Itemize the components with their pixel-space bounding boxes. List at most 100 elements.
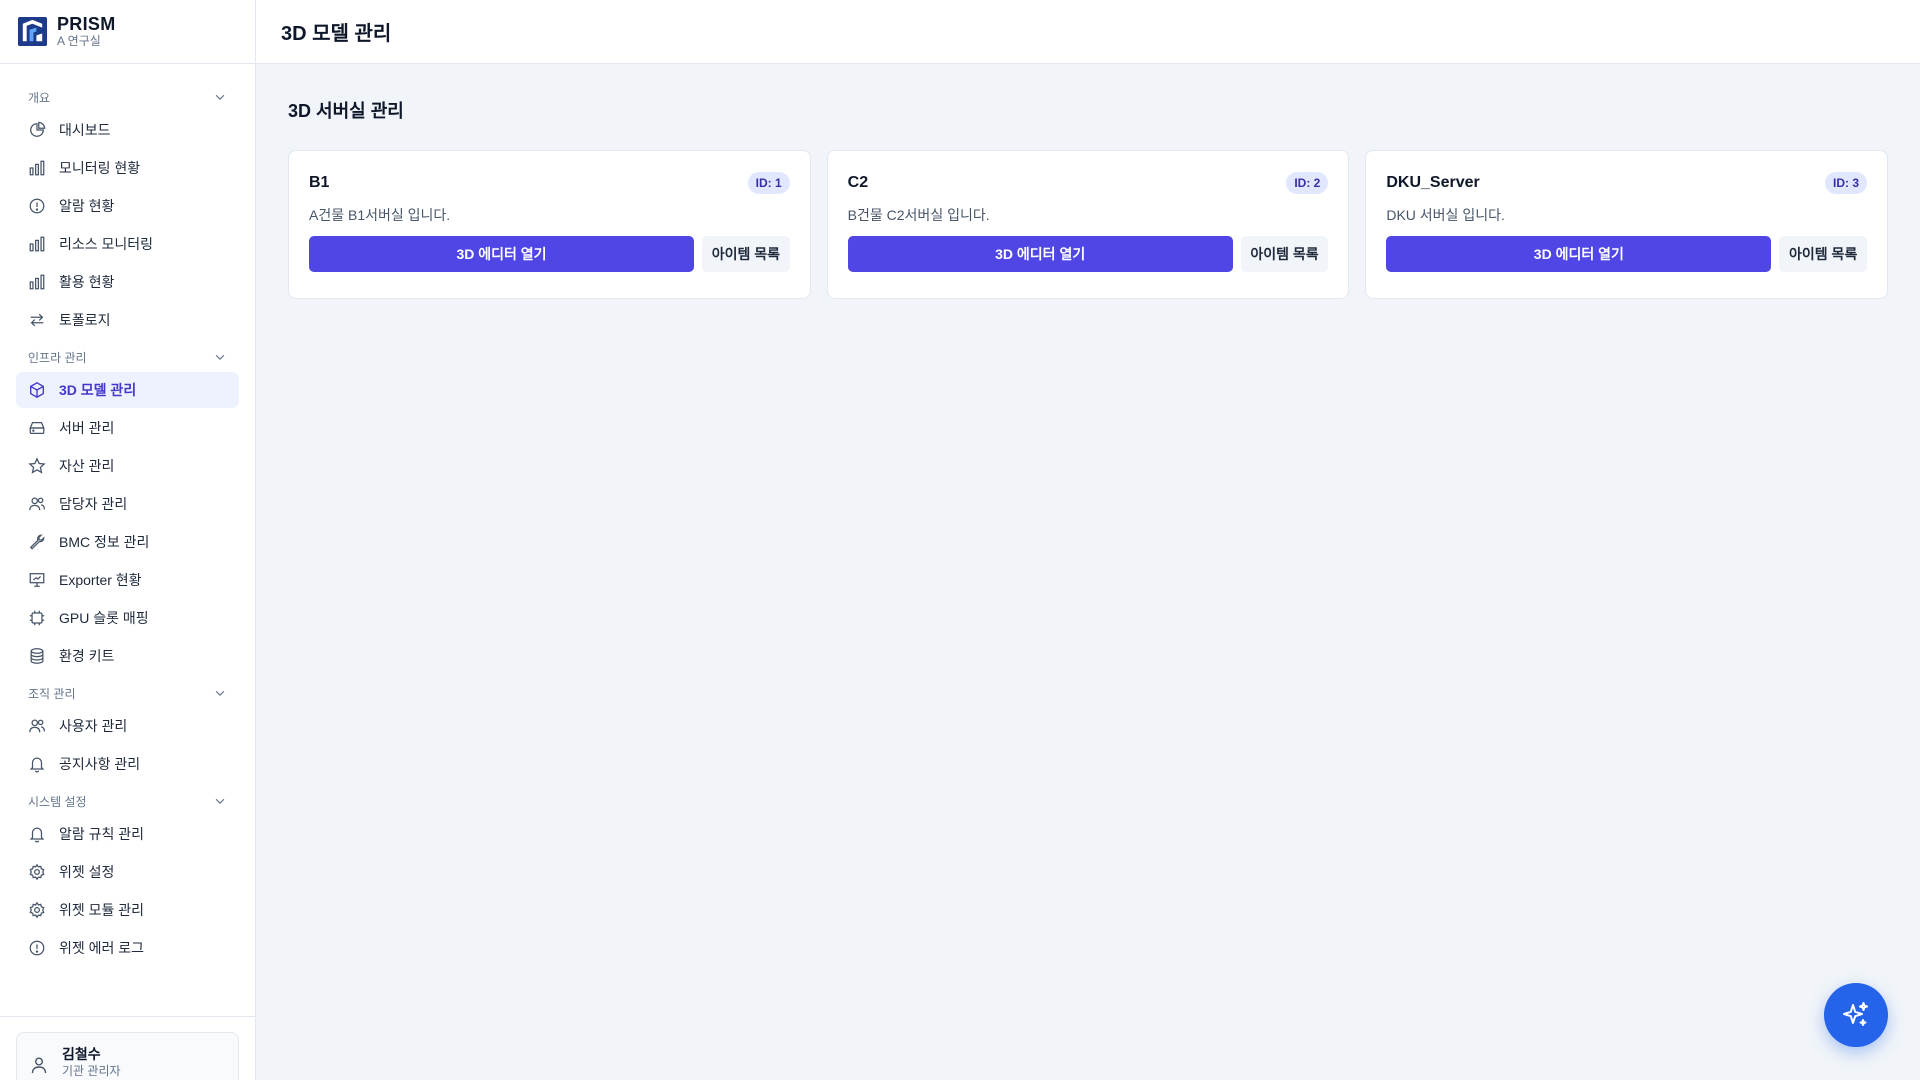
sidebar-item-assets[interactable]: 자산 관리 (16, 448, 239, 484)
sidebar-item-monitoring[interactable]: 모니터링 현황 (16, 150, 239, 186)
brand-name: PRISM (57, 14, 116, 34)
bar-chart-icon (29, 236, 45, 252)
user-divider (0, 1016, 255, 1017)
sidebar-item-label: BMC 정보 관리 (59, 534, 150, 550)
sidebar-item-label: 알람 규칙 관리 (59, 826, 145, 842)
star-icon (28, 457, 46, 474)
section-label: 인프라 관리 (28, 350, 87, 365)
sidebar-item-label: 위젯 에러 로그 (59, 940, 145, 956)
sidebar-item-label: 모니터링 현황 (59, 160, 141, 176)
users-icon (29, 719, 46, 733)
prism-logo-icon (17, 16, 48, 47)
page-title: 3D 모델 관리 (281, 23, 392, 45)
user-profile-card[interactable]: 김철수 기관 관리자 (16, 1032, 239, 1080)
chevron-down-icon (215, 690, 225, 697)
sidebar-item-alarm-rules[interactable]: 알람 규칙 관리 (16, 816, 239, 852)
section-infra[interactable]: 인프라 관리 (16, 344, 239, 370)
card-name: C2 (847, 174, 869, 191)
server-room-cards: B1 ID: 1 A건물 B1서버실 입니다. 3D 에디터 열기 아이템 목록… (288, 150, 1889, 299)
section-label: 조직 관리 (28, 686, 76, 701)
arrows-swap-icon (30, 313, 44, 327)
server-room-card: B1 ID: 1 A건물 B1서버실 입니다. 3D 에디터 열기 아이템 목록 (288, 150, 811, 299)
sidebar-item-label: 활용 현황 (59, 274, 115, 290)
server-icon (29, 421, 45, 435)
sidebar-item-managers[interactable]: 담당자 관리 (16, 486, 239, 522)
open-3d-editor-button[interactable]: 3D 에디터 열기 (309, 236, 694, 272)
sidebar: PRISM A 연구실 개요 대시보드 모니터링 현황 알람 현황 리소스 모니… (0, 0, 256, 1080)
database-icon (30, 648, 44, 664)
presentation-icon (29, 573, 45, 587)
sidebar-item-alarms[interactable]: 알람 현황 (16, 188, 239, 224)
sidebar-item-servers[interactable]: 서버 관리 (16, 410, 239, 446)
section-title: 3D 서버실 관리 (288, 101, 404, 121)
user-icon (31, 1057, 47, 1074)
section-label: 개요 (28, 90, 51, 105)
sidebar-item-notices[interactable]: 공지사항 관리 (16, 746, 239, 782)
sidebar-item-widget-settings[interactable]: 위젯 설정 (16, 854, 239, 890)
gear-icon (29, 901, 45, 919)
bar-chart-icon (29, 160, 45, 176)
sparkles-icon (1843, 1002, 1868, 1026)
card-description: A건물 B1서버실 입니다. (309, 207, 451, 223)
item-list-button[interactable]: 아이템 목록 (1779, 236, 1868, 272)
sidebar-item-label: GPU 슬롯 매핑 (59, 610, 149, 626)
sidebar-item-label: 공지사항 관리 (59, 756, 141, 772)
card-name: DKU_Server (1386, 174, 1480, 191)
brand-subtitle: A 연구실 (57, 34, 101, 48)
ai-assistant-fab[interactable] (1824, 983, 1888, 1047)
chevron-down-icon (215, 798, 225, 805)
bell-icon (29, 827, 45, 843)
alert-circle-icon (29, 940, 45, 956)
pie-chart-icon (30, 121, 46, 137)
id-badge: ID: 3 (1825, 172, 1868, 194)
id-badge: ID: 1 (747, 172, 790, 194)
section-overview[interactable]: 개요 (16, 84, 239, 110)
user-role: 기관 관리자 (62, 1064, 121, 1078)
chip-icon (29, 610, 45, 626)
sidebar-item-users[interactable]: 사용자 관리 (16, 708, 239, 744)
sidebar-nav: 개요 대시보드 모니터링 현황 알람 현황 리소스 모니터링 활용 현황 토폴로… (0, 64, 255, 966)
sidebar-item-usage[interactable]: 활용 현황 (16, 264, 239, 300)
sidebar-item-env-kit[interactable]: 환경 키트 (16, 638, 239, 674)
item-list-button[interactable]: 아이템 목록 (1240, 236, 1329, 272)
chevron-down-icon (215, 94, 225, 101)
cube-icon (30, 382, 44, 398)
sidebar-item-resource-monitoring[interactable]: 리소스 모니터링 (16, 226, 239, 262)
sidebar-item-label: 리소스 모니터링 (59, 236, 154, 252)
sidebar-item-widget-error-log[interactable]: 위젯 에러 로그 (16, 930, 239, 966)
sidebar-item-label: 위젯 설정 (59, 864, 115, 880)
sidebar-item-topology[interactable]: 토폴로지 (16, 302, 239, 338)
sidebar-item-widget-modules[interactable]: 위젯 모듈 관리 (16, 892, 239, 928)
open-3d-editor-button[interactable]: 3D 에디터 열기 (1386, 236, 1772, 272)
sidebar-item-label: 알람 현황 (59, 198, 115, 214)
bell-icon (29, 757, 45, 773)
item-list-button[interactable]: 아이템 목록 (702, 236, 790, 272)
sidebar-item-label: 사용자 관리 (59, 718, 128, 734)
wrench-icon (29, 534, 45, 550)
sidebar-item-exporter[interactable]: Exporter 현황 (16, 562, 239, 598)
brand[interactable]: PRISM A 연구실 (0, 0, 255, 64)
main-content: 3D 서버실 관리 B1 ID: 1 A건물 B1서버실 입니다. 3D 에디터… (288, 96, 1889, 299)
sidebar-item-label: 3D 모델 관리 (59, 382, 137, 398)
card-name: B1 (309, 174, 330, 191)
section-label: 시스템 설정 (28, 794, 87, 809)
sidebar-item-gpu-slot[interactable]: GPU 슬롯 매핑 (16, 600, 239, 636)
section-org[interactable]: 조직 관리 (16, 680, 239, 706)
open-3d-editor-button[interactable]: 3D 에디터 열기 (847, 236, 1233, 272)
section-system[interactable]: 시스템 설정 (16, 788, 239, 814)
sidebar-item-label: 대시보드 (59, 122, 111, 138)
top-header: 3D 모델 관리 (256, 0, 1920, 64)
sidebar-item-label: 토폴로지 (59, 312, 111, 328)
sidebar-item-dashboard[interactable]: 대시보드 (16, 112, 239, 148)
sidebar-item-bmc[interactable]: BMC 정보 관리 (16, 524, 239, 560)
server-room-card: DKU_Server ID: 3 DKU 서버실 입니다. 3D 에디터 열기 … (1365, 150, 1889, 299)
bar-chart-icon (29, 274, 45, 290)
user-name: 김철수 (62, 1046, 101, 1062)
sidebar-item-label: 환경 키트 (59, 648, 115, 664)
users-icon (29, 497, 46, 511)
sidebar-item-label: Exporter 현황 (59, 572, 142, 588)
alert-circle-icon (29, 198, 45, 214)
sidebar-item-3d-model[interactable]: 3D 모델 관리 (16, 372, 239, 408)
sidebar-item-label: 서버 관리 (59, 420, 115, 436)
sidebar-item-label: 자산 관리 (59, 458, 115, 474)
